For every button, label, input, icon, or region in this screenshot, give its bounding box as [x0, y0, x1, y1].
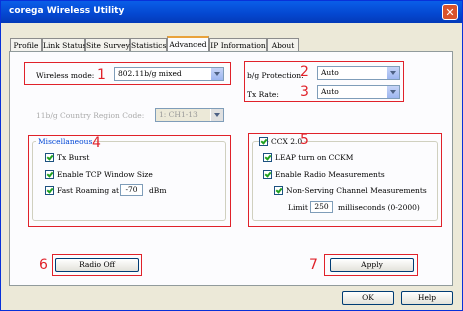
annotation-box-4	[28, 135, 231, 227]
close-button[interactable]: ✕	[442, 4, 458, 20]
help-button[interactable]: Help	[401, 291, 453, 305]
annotation-number-3: 3	[300, 84, 309, 100]
annotation-number-7: 7	[309, 257, 318, 273]
title-bar: corega Wireless Utility ✕	[1, 1, 462, 23]
annotation-number-4: 4	[92, 135, 101, 151]
window-title: corega Wireless Utility	[9, 6, 125, 16]
tab-profile[interactable]: Profile	[10, 38, 42, 51]
ok-button[interactable]: OK	[342, 291, 394, 305]
annotation-box-5	[248, 133, 442, 227]
annotation-box-2-3	[244, 61, 404, 102]
tab-about[interactable]: About	[267, 38, 299, 51]
advanced-panel: Wireless mode: 802.11b/g mixed 1 11b/g C…	[9, 51, 453, 286]
annotation-box-1	[24, 62, 231, 85]
tab-statistics[interactable]: Statistics	[130, 38, 167, 51]
annotation-box-7	[324, 254, 418, 276]
region-code-select: 1: CH1-13	[155, 108, 224, 122]
region-code-value: 1: CH1-13	[159, 110, 198, 119]
chevron-down-icon	[210, 109, 223, 121]
annotation-number-5: 5	[300, 132, 309, 148]
tab-link-status[interactable]: Link Status	[42, 38, 86, 51]
wireless-utility-window: corega Wireless Utility ✕ Profile Link S…	[0, 0, 463, 311]
tab-ip-information[interactable]: IP Information	[209, 38, 267, 51]
annotation-box-6	[52, 254, 142, 276]
annotation-number-2: 2	[300, 64, 309, 80]
tab-advanced[interactable]: Advanced	[167, 36, 209, 52]
annotation-number-1: 1	[97, 67, 106, 83]
tab-site-survey[interactable]: Site Survey	[85, 38, 130, 51]
region-code-label: 11b/g Country Region Code:	[36, 111, 145, 120]
annotation-number-6: 6	[39, 257, 48, 273]
